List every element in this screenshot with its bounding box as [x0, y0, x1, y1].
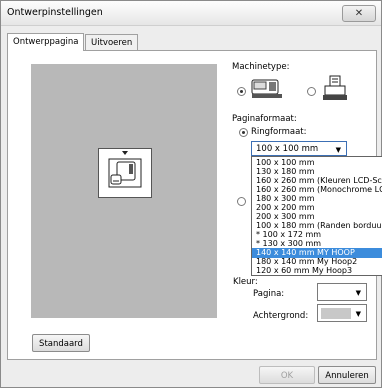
machine-type-radio-embroidery[interactable]	[237, 87, 246, 96]
sewing-machine-icon	[108, 151, 142, 188]
chevron-down-icon: ▼	[355, 289, 361, 297]
background-color-swatch	[321, 308, 351, 319]
dialog-window: Ontwerpinstellingen ✕ Ontwerppagina Uitv…	[0, 0, 382, 388]
close-icon: ✕	[354, 8, 364, 19]
tab-label: Ontwerppagina	[13, 37, 79, 47]
chevron-down-icon: ▼	[355, 310, 361, 318]
page-color-swatch	[321, 287, 347, 298]
default-button[interactable]: Standaard	[32, 334, 90, 352]
chevron-down-icon: ▼	[335, 146, 341, 154]
close-button[interactable]: ✕	[342, 5, 376, 22]
page-color-select[interactable]: ▼	[317, 283, 367, 301]
hoop-size-select[interactable]: 100 x 100 mm ▼	[251, 141, 347, 156]
hoop-option[interactable]: 120 x 60 mm My Hoop3	[252, 266, 382, 275]
hoop-page-preview	[98, 148, 152, 198]
ring-format-label: Ringformaat:	[251, 127, 307, 137]
tab-uitvoeren[interactable]: Uitvoeren	[85, 34, 139, 51]
single-needle-machine-icon	[323, 75, 347, 100]
page-size-radio[interactable]	[237, 197, 246, 206]
title-bar: Ontwerpinstellingen ✕	[1, 1, 381, 26]
dialog-title: Ontwerpinstellingen	[7, 7, 103, 18]
hoop-size-value: 100 x 100 mm	[256, 144, 319, 154]
ring-format-radio[interactable]	[239, 128, 248, 137]
machine-type-label: Machinetype:	[232, 62, 290, 72]
hoop-size-dropdown: 100 x 100 mm 130 x 180 mm 160 x 260 mm (…	[251, 156, 382, 276]
page-format-label: Paginaformaat:	[232, 114, 297, 124]
ok-button[interactable]: OK	[259, 366, 315, 384]
color-label: Kleur:	[233, 277, 258, 287]
embroidery-machine-icon	[251, 79, 282, 98]
background-color-label: Achtergrond:	[253, 311, 309, 321]
background-color-select[interactable]: ▼	[317, 304, 367, 322]
machine-type-radio-other[interactable]	[307, 87, 316, 96]
tab-ontwerppagina[interactable]: Ontwerppagina	[7, 33, 85, 51]
tab-label: Uitvoeren	[91, 38, 133, 48]
page-color-label: Pagina:	[253, 289, 285, 299]
cancel-button[interactable]: Annuleren	[318, 366, 376, 384]
